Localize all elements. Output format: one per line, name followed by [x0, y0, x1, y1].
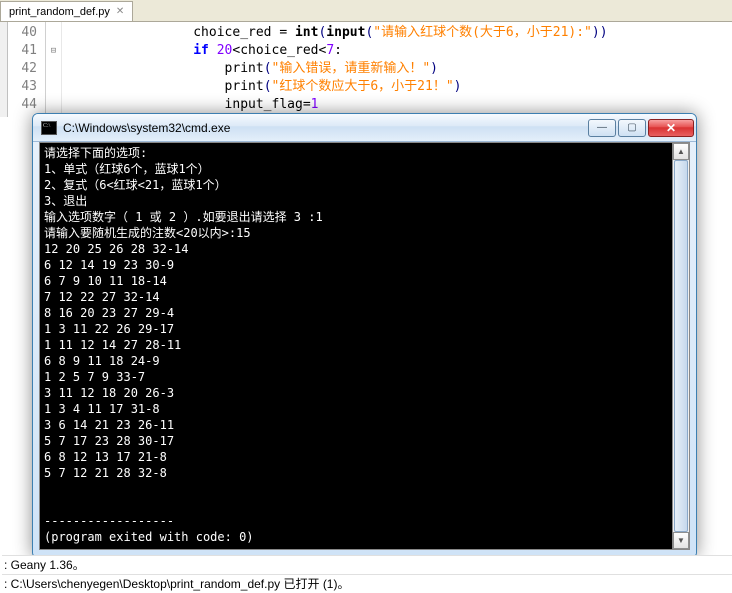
console-text: 请选择下面的选项: 1、单式（红球6个，蓝球1个） 2、复式（6<红球<21，蓝… — [44, 146, 323, 544]
close-icon[interactable]: ✕ — [116, 6, 124, 17]
code-editor[interactable]: 40 41 42 43 44 ⊟ choice_red = int(input(… — [0, 22, 732, 117]
status-line-1: : Geany 1.36。 — [2, 555, 732, 574]
status-area: : Geany 1.36。 : C:\Users\chenyegen\Deskt… — [2, 555, 732, 593]
scroll-up-icon[interactable]: ▲ — [673, 143, 689, 160]
tab-filename: print_random_def.py — [9, 6, 110, 18]
code-content[interactable]: choice_red = int(input("请输入红球个数(大于6，小于21… — [62, 22, 732, 117]
scroll-down-icon[interactable]: ▼ — [673, 532, 689, 549]
scroll-thumb[interactable] — [674, 160, 688, 532]
fold-marker-icon[interactable]: ⊟ — [46, 42, 61, 60]
fold-column[interactable]: ⊟ — [46, 22, 62, 117]
left-margin — [0, 22, 8, 117]
cmd-icon — [41, 121, 57, 135]
close-button[interactable]: ✕ — [648, 119, 694, 137]
minimize-button[interactable]: — — [588, 119, 616, 137]
tab-strip: print_random_def.py ✕ — [0, 0, 732, 22]
console-output[interactable]: 请选择下面的选项: 1、单式（红球6个，蓝球1个） 2、复式（6<红球<21，蓝… — [40, 143, 689, 549]
file-tab[interactable]: print_random_def.py ✕ — [0, 1, 133, 21]
scrollbar[interactable]: ▲ ▼ — [672, 143, 689, 549]
maximize-button[interactable]: ▢ — [618, 119, 646, 137]
titlebar[interactable]: C:\Windows\system32\cmd.exe — ▢ ✕ — [33, 114, 696, 142]
window-title: C:\Windows\system32\cmd.exe — [63, 121, 586, 135]
scroll-track[interactable] — [673, 160, 689, 532]
status-line-2: : C:\Users\chenyegen\Desktop\print_rando… — [2, 574, 732, 593]
cmd-window: C:\Windows\system32\cmd.exe — ▢ ✕ 请选择下面的… — [32, 113, 697, 557]
line-numbers: 40 41 42 43 44 — [8, 22, 46, 117]
